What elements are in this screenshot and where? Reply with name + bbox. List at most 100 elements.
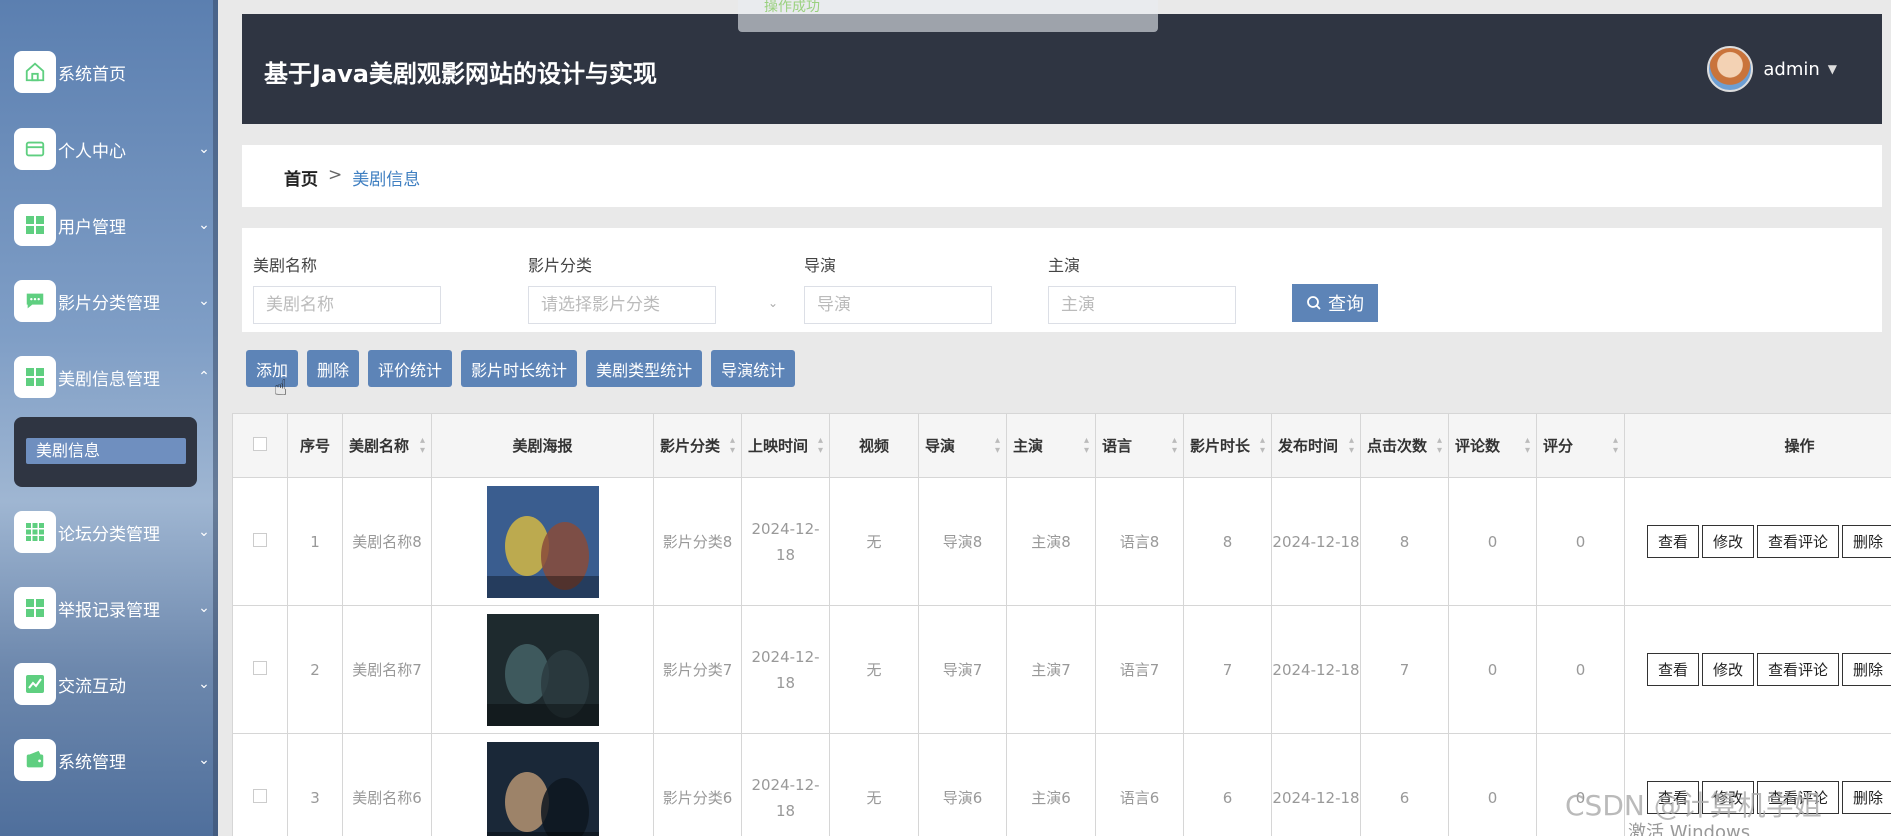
select-all-checkbox[interactable] — [232, 413, 288, 478]
view-comments-button[interactable]: 查看评论 — [1757, 525, 1840, 558]
search-icon — [1307, 296, 1321, 310]
row-no: 2 — [287, 605, 343, 734]
chevron-down-icon: ⌄ — [198, 752, 210, 768]
view-button[interactable]: 查看 — [1647, 525, 1700, 558]
row-clicks: 7 — [1360, 605, 1449, 734]
poster-image — [486, 741, 599, 836]
rating-stats-button[interactable]: 评价统计 — [368, 350, 453, 387]
username: admin — [1763, 58, 1820, 80]
drama-name-input[interactable] — [253, 286, 441, 324]
view-comments-button[interactable]: 查看评论 — [1757, 653, 1840, 686]
row-duration: 6 — [1183, 733, 1272, 836]
apps-icon — [14, 511, 56, 553]
submenu: 美剧信息 — [14, 417, 197, 487]
row-release: 2024-12-18 — [741, 477, 830, 606]
breadcrumb: 首页 > 美剧信息 — [284, 165, 420, 190]
breadcrumb-separator: > — [328, 165, 343, 185]
col-duration[interactable]: 影片时长 — [1183, 413, 1272, 478]
avatar — [1707, 46, 1754, 92]
menu-users[interactable]: 用户管理 ⌄ — [14, 204, 214, 246]
menu-label: 美剧信息管理 — [58, 369, 160, 390]
edit-button[interactable]: 修改 — [1702, 525, 1755, 558]
delete-row-button[interactable]: 删除 — [1842, 525, 1891, 558]
col-publish[interactable]: 发布时间 — [1271, 413, 1361, 478]
caret-down-icon: ▼ — [1827, 62, 1837, 76]
director-input[interactable] — [804, 286, 992, 324]
row-rating: 0 — [1536, 605, 1625, 734]
row-publish: 2024-12-18 — [1271, 605, 1361, 734]
menu-interaction[interactable]: 交流互动 ⌄ — [14, 663, 214, 705]
menu-home[interactable]: 系统首页 — [14, 51, 214, 93]
menu-report-records[interactable]: 举报记录管理 ⌄ — [14, 587, 214, 629]
film-category-select[interactable] — [528, 286, 716, 324]
row-name: 美剧名称8 — [342, 477, 432, 606]
row-checkbox[interactable] — [232, 733, 288, 836]
col-release[interactable]: 上映时间 — [741, 413, 830, 478]
row-actions: 查看 修改 查看评论 删除 — [1624, 605, 1891, 734]
edit-button[interactable]: 修改 — [1702, 653, 1755, 686]
col-clicks[interactable]: 点击次数 — [1360, 413, 1449, 478]
menu-forum-category[interactable]: 论坛分类管理 ⌄ — [14, 511, 214, 553]
row-name: 美剧名称7 — [342, 605, 432, 734]
row-publish: 2024-12-18 — [1271, 733, 1361, 836]
row-duration: 8 — [1183, 477, 1272, 606]
row-comments: 0 — [1448, 477, 1537, 606]
menu-drama-info[interactable]: 美剧信息管理 ⌃ — [14, 356, 214, 398]
delete-row-button[interactable]: 删除 — [1842, 653, 1891, 686]
col-comments[interactable]: 评论数 — [1448, 413, 1537, 478]
user-menu[interactable]: admin ▼ — [1707, 46, 1837, 92]
row-poster — [431, 605, 654, 734]
menu-label: 用户管理 — [58, 217, 126, 238]
chevron-down-icon: ⌄ — [768, 296, 779, 310]
chat-icon — [14, 280, 56, 322]
col-video: 视频 — [829, 413, 919, 478]
table-row: 1 美剧名称8 影片分类8 2024-12-18 无导演8 主演8 语言8 8 2024-12-… — [232, 477, 1891, 606]
col-language[interactable]: 语言 — [1095, 413, 1184, 478]
delete-row-button[interactable]: 删除 — [1842, 781, 1891, 814]
query-button[interactable]: 查询 — [1292, 284, 1378, 322]
row-actor: 主演8 — [1006, 477, 1096, 606]
col-poster: 美剧海报 — [431, 413, 654, 478]
menu-system[interactable]: 系统管理 ⌄ — [14, 739, 214, 781]
director-stats-button[interactable]: 导演统计 — [711, 350, 796, 387]
row-rating: 0 — [1536, 477, 1625, 606]
col-rating[interactable]: 评分 — [1536, 413, 1625, 478]
query-label: 查询 — [1328, 294, 1364, 314]
col-name[interactable]: 美剧名称 — [342, 413, 432, 478]
submenu-item-drama-info[interactable]: 美剧信息 — [26, 438, 186, 464]
add-button[interactable]: 添加 — [246, 350, 299, 387]
row-release: 2024-12-18 — [741, 605, 830, 734]
field-label: 美剧名称 — [253, 256, 318, 275]
hand-cursor-icon: ☝ — [274, 376, 288, 401]
row-publish: 2024-12-18 — [1271, 477, 1361, 606]
menu-personal[interactable]: 个人中心 ⌄ — [14, 128, 214, 170]
table-row: 2 美剧名称7 影片分类7 2024-12-18 无导演7 主演7 语言7 7 2024-12-… — [232, 605, 1891, 734]
grid-icon — [14, 587, 56, 629]
col-actions: 操作 — [1624, 413, 1891, 478]
row-language: 语言6 — [1095, 733, 1184, 836]
poster-image — [486, 613, 599, 726]
menu-label: 举报记录管理 — [58, 600, 160, 621]
col-category[interactable]: 影片分类 — [653, 413, 742, 478]
type-stats-button[interactable]: 美剧类型统计 — [586, 350, 703, 387]
sidebar: 系统首页 个人中心 ⌄ 用户管理 ⌄ 影片分类管理 ⌄ 美剧信息管理 ⌃ 美剧信… — [0, 0, 218, 836]
row-actor: 主演7 — [1006, 605, 1096, 734]
row-checkbox[interactable] — [232, 605, 288, 734]
breadcrumb-home[interactable]: 首页 — [284, 165, 318, 190]
search-form: 美剧名称 影片分类 ⌄ 导演 主演 查询 — [242, 228, 1882, 332]
field-film-category: 影片分类 ⌄ — [528, 252, 778, 324]
row-language: 语言8 — [1095, 477, 1184, 606]
row-checkbox[interactable] — [232, 477, 288, 606]
col-director[interactable]: 导演 — [918, 413, 1007, 478]
field-drama-name: 美剧名称 — [253, 252, 441, 324]
chevron-up-icon: ⌃ — [198, 369, 210, 385]
view-button[interactable]: 查看 — [1647, 653, 1700, 686]
duration-stats-button[interactable]: 影片时长统计 — [461, 350, 578, 387]
delete-button[interactable]: 删除 — [307, 350, 360, 387]
menu-film-category[interactable]: 影片分类管理 ⌄ — [14, 280, 214, 322]
field-actor: 主演 — [1048, 252, 1236, 324]
row-director: 导演6 — [918, 733, 1007, 836]
actor-input[interactable] — [1048, 286, 1236, 324]
col-actor[interactable]: 主演 — [1006, 413, 1096, 478]
row-category: 影片分类7 — [653, 605, 742, 734]
